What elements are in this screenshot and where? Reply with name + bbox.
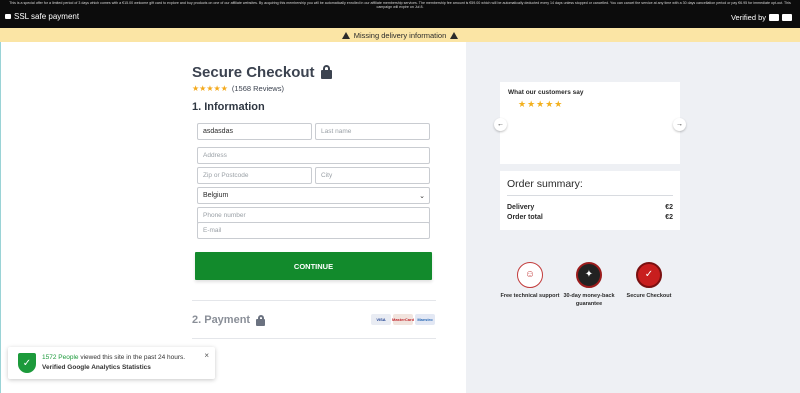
payment-heading-text: 2. Payment (192, 314, 251, 326)
trust-badge-guarantee: ✦ 30-day money-back guarantee (557, 262, 621, 308)
shield-check-icon: ✓ (18, 353, 36, 373)
arrow-left-icon[interactable]: ← (494, 118, 507, 131)
viewers-text: 1572 People viewed this site in the past… (42, 354, 185, 361)
lock-icon (320, 65, 332, 79)
guarantee-seal-icon: ✦ (576, 262, 602, 288)
star-rating-icon: ★★★★★ (192, 84, 228, 93)
badge-label: Free technical support (500, 293, 560, 299)
reviews-title: What our customers say (508, 89, 584, 96)
country-select[interactable]: Belgium ⌄ (197, 187, 430, 204)
mastercard-icon: MasterCard (392, 314, 414, 325)
first-name-field[interactable]: asdasdas (197, 123, 312, 140)
warning-icon (450, 31, 459, 39)
delivery-value: €2 (665, 204, 673, 211)
trust-badge-support: ☺ Free technical support (498, 262, 562, 300)
missing-info-alert: Missing delivery information (0, 28, 800, 42)
total-value: €2 (665, 214, 673, 221)
reviews-card: What our customers say ★★★★★ (500, 82, 680, 164)
close-icon[interactable]: × (204, 351, 209, 360)
delivery-label: Delivery (507, 204, 535, 211)
viewers-rest: viewed this site in the past 24 hours. (78, 354, 186, 361)
chevron-down-icon: ⌄ (419, 193, 425, 200)
verifier-logo-icon (769, 14, 779, 21)
maestro-icon: Maestro (415, 314, 435, 325)
section-payment-heading[interactable]: 2. Payment (192, 314, 266, 326)
reviews-count: (1568 Reviews) (231, 84, 284, 93)
rating-summary: ★★★★★ (1568 Reviews) (192, 84, 284, 93)
delivery-row: Delivery €2 (507, 204, 673, 211)
warning-icon (341, 31, 350, 39)
trust-badge-secure: ✓ Secure Checkout (617, 262, 681, 300)
summary-title: Order summary: (507, 178, 583, 190)
payment-methods: VISA MasterCard Maestro (371, 314, 435, 325)
analytics-verified-text: Verified Google Analytics Statistics (42, 364, 151, 371)
viewers-count: 1572 People (42, 354, 79, 361)
social-proof-toast: ✓ 1572 People viewed this site in the pa… (8, 347, 215, 379)
verified-label: Verified by (730, 13, 766, 22)
verified-by: Verified by (731, 13, 792, 22)
badge-label: Secure Checkout (626, 293, 672, 299)
zip-field[interactable]: Zip or Postcode (197, 167, 312, 184)
divider (192, 338, 436, 339)
divider (192, 300, 436, 301)
order-summary: Order summary: Delivery €2 Order total €… (500, 171, 680, 230)
city-field[interactable]: City (315, 167, 430, 184)
verifier-logo-2-icon (782, 14, 792, 21)
country-value: Belgium (203, 192, 229, 199)
email-field[interactable]: E-mail (197, 222, 430, 239)
top-bar: This is a special offer for a limited pe… (0, 0, 800, 28)
offer-disclaimer: This is a special offer for a limited pe… (9, 1, 791, 10)
total-label: Order total (507, 214, 543, 221)
continue-button[interactable]: CONTINUE (195, 252, 432, 280)
ssl-label: SSL safe payment (14, 12, 80, 21)
total-row: Order total €2 (507, 214, 673, 221)
page-title-text: Secure Checkout (192, 64, 315, 81)
support-agent-icon: ☺ (517, 262, 543, 288)
address-field[interactable]: Address (197, 147, 430, 164)
review-stars-icon: ★★★★★ (518, 99, 564, 109)
badge-label: 30-day money-back guarantee (563, 293, 615, 307)
lock-icon (5, 14, 11, 19)
ssl-safe-payment: SSL safe payment (5, 12, 79, 21)
last-name-field[interactable]: Last name (315, 123, 430, 140)
secure-seal-icon: ✓ (636, 262, 662, 288)
alert-text: Missing delivery information (353, 30, 447, 40)
visa-icon: VISA (371, 314, 391, 325)
arrow-right-icon[interactable]: → (673, 118, 686, 131)
divider (507, 195, 673, 196)
section-information-heading: 1. Information (192, 101, 265, 113)
page-title: Secure Checkout (192, 64, 332, 81)
lock-icon (256, 314, 266, 326)
